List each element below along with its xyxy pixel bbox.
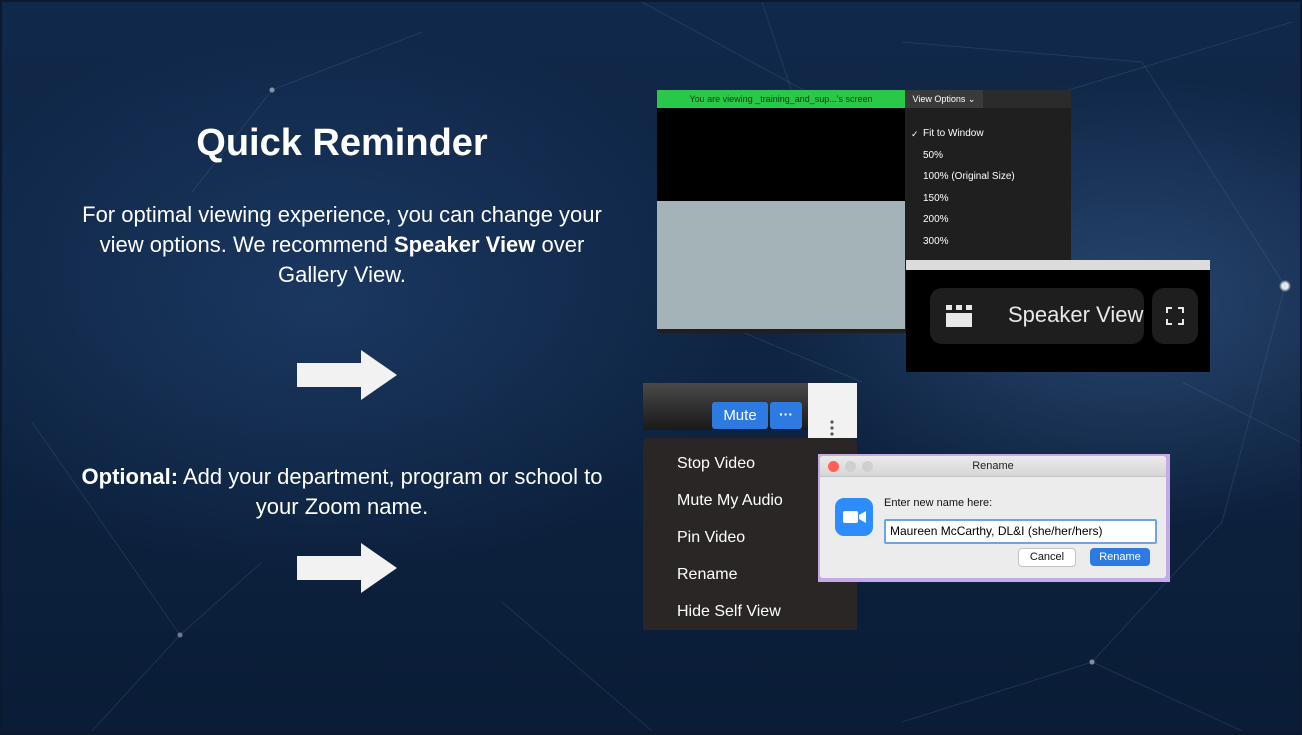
menu-item-200[interactable]: 200% <box>923 214 949 225</box>
view-options-label: View Options <box>912 94 966 104</box>
paragraph-text: Add your department, program or school t… <box>178 464 603 519</box>
rename-button[interactable]: Rename <box>1090 548 1150 566</box>
side-panel <box>808 383 857 438</box>
shared-screen-gray-area <box>657 201 905 329</box>
menu-item-pin-video[interactable]: Pin Video <box>677 529 745 547</box>
rename-prompt: Enter new name here: <box>884 497 993 509</box>
slide-title: Quick Reminder <box>196 122 488 164</box>
menu-item-300[interactable]: 300% <box>923 236 949 247</box>
view-options-button[interactable]: View Options ⌄ <box>905 90 983 108</box>
cancel-button[interactable]: Cancel <box>1018 548 1076 567</box>
fullscreen-button[interactable] <box>1152 288 1198 344</box>
slide: Quick Reminder For optimal viewing exper… <box>2 2 1300 731</box>
screen-share-banner: You are viewing _training_and_sup...'s s… <box>657 90 905 108</box>
video-camera-icon <box>843 511 866 523</box>
speaker-view-label: Speaker View <box>1008 302 1144 327</box>
view-options-menu: ✓ Fit to Window 50% 100% (Original Size)… <box>905 116 1071 258</box>
fullscreen-icon <box>1166 307 1184 325</box>
shared-screen-black-area <box>657 108 905 201</box>
menu-item-hide-self-view[interactable]: Hide Self View <box>677 603 781 621</box>
paragraph-bold-optional: Optional: <box>81 464 179 489</box>
menu-item-rename[interactable]: Rename <box>677 566 737 584</box>
menu-item-fit-to-window[interactable]: Fit to Window <box>923 128 984 139</box>
zoom-logo-icon <box>835 498 873 536</box>
menu-item-100[interactable]: 100% (Original Size) <box>923 171 1015 182</box>
speaker-view-screenshot: Speaker View <box>906 260 1210 372</box>
rename-dialog-window: Rename Enter new name here: Maureen McCa… <box>820 456 1166 578</box>
right-arrow-icon <box>297 543 397 593</box>
menu-item-stop-video[interactable]: Stop Video <box>677 455 755 473</box>
dialog-title: Rename <box>972 460 1014 472</box>
dialog-titlebar: Rename <box>820 456 1166 477</box>
checkmark-icon: ✓ <box>911 129 919 139</box>
view-options-paragraph: For optimal viewing experience, you can … <box>72 200 612 290</box>
right-arrow-icon <box>297 350 397 400</box>
paragraph-bold-speaker-view: Speaker View <box>393 232 536 257</box>
speaker-view-icon <box>946 305 972 327</box>
mute-button[interactable]: Mute <box>712 402 768 429</box>
new-name-input[interactable]: Maureen McCarthy, DL&I (she/her/hers) <box>884 519 1157 544</box>
vertical-dots-icon <box>830 420 834 436</box>
menu-item-50[interactable]: 50% <box>923 150 943 161</box>
rename-dialog: Rename Enter new name here: Maureen McCa… <box>818 454 1170 582</box>
chevron-down-icon: ⌄ <box>967 94 976 104</box>
speaker-view-button[interactable]: Speaker View <box>930 288 1144 344</box>
menu-item-150[interactable]: 150% <box>923 193 949 204</box>
top-strip <box>906 260 1210 270</box>
optional-paragraph: Optional: Add your department, program o… <box>72 462 612 522</box>
more-options-button[interactable]: ··· <box>770 402 802 429</box>
menu-item-mute-my-audio[interactable]: Mute My Audio <box>677 492 783 510</box>
